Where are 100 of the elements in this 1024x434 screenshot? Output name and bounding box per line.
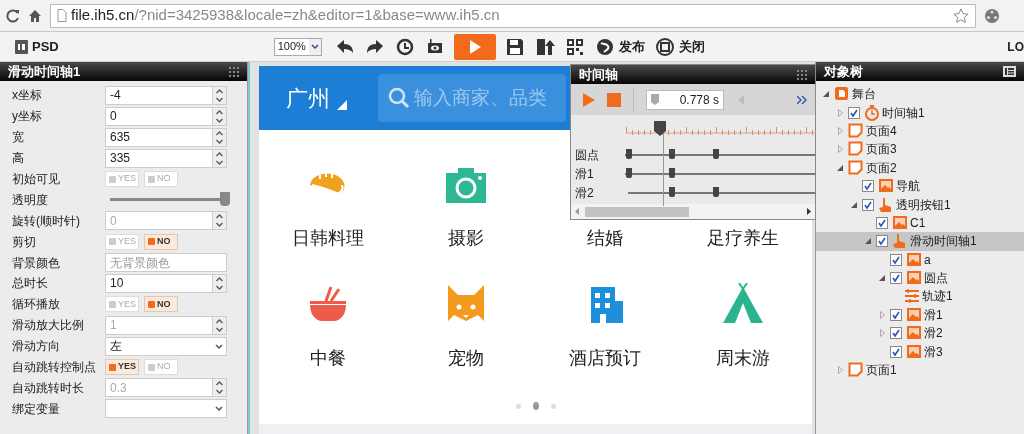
checkbox[interactable] — [862, 198, 874, 211]
number-field: 0.3 — [105, 378, 213, 398]
tree-item[interactable]: 页面1 — [816, 360, 1024, 380]
checkbox[interactable] — [862, 180, 874, 193]
hand-pointer-icon — [878, 196, 894, 213]
page-dot[interactable] — [532, 402, 539, 410]
number-field[interactable]: -4 — [105, 85, 213, 105]
timeline-ruler[interactable] — [626, 123, 816, 135]
reload-icon[interactable] — [6, 8, 20, 23]
checkbox[interactable] — [876, 235, 888, 248]
category-label[interactable]: 酒店预订 — [568, 345, 641, 372]
spinner-icon[interactable] — [213, 211, 227, 231]
collapse-arrow-icon[interactable] — [851, 201, 857, 208]
playhead-handle[interactable] — [654, 121, 667, 136]
spinner-icon[interactable] — [213, 85, 227, 105]
tree-item[interactable]: 透明按钮1 — [816, 195, 1024, 214]
tree-item[interactable]: 滑2 — [816, 324, 1024, 343]
number-field[interactable]: 10 — [105, 273, 213, 293]
tree-item[interactable]: 页面3 — [816, 140, 1024, 159]
collapse-arrow-icon[interactable] — [865, 238, 871, 245]
zoom-select[interactable]: 100% — [273, 37, 322, 56]
publish-button[interactable]: 发布 — [589, 33, 650, 60]
checkbox[interactable] — [890, 253, 902, 266]
collapse-arrow-icon[interactable] — [837, 164, 843, 171]
tree-item[interactable]: a — [816, 250, 1024, 269]
url-text: file.ih5.cn/?nid=3425938&locale=zh&editor=1&base=www.ih5.cn — [71, 5, 500, 26]
play-button[interactable] — [453, 33, 496, 60]
scrollbar-thumb[interactable] — [585, 206, 689, 217]
stage-icon — [834, 86, 850, 103]
psd-button[interactable]: PSD — [10, 33, 64, 60]
image-icon — [906, 251, 922, 268]
tree-item[interactable]: 轨迹1 — [816, 287, 1024, 306]
keyframe[interactable] — [713, 149, 719, 159]
collapse-arrow-icon[interactable] — [823, 91, 829, 98]
tree-item[interactable]: 滑动时间轴1 — [816, 232, 1024, 251]
number-field[interactable]: 335 — [105, 148, 213, 168]
checkbox[interactable] — [890, 308, 902, 321]
category-label[interactable]: 足疗养生 — [706, 225, 779, 252]
panel-layout-icon[interactable] — [1003, 66, 1016, 77]
category-label[interactable]: 摄影 — [448, 225, 485, 252]
category-label[interactable]: 周末游 — [715, 345, 770, 372]
category-label[interactable]: 日韩料理 — [292, 225, 365, 252]
film-reel-icon[interactable] — [984, 7, 1000, 24]
spinner-icon[interactable] — [213, 273, 227, 293]
panel-title: 对象树 — [824, 62, 863, 81]
checkbox[interactable] — [890, 345, 902, 358]
scroll-right-icon[interactable] — [807, 208, 811, 215]
grip-icon[interactable] — [797, 69, 807, 80]
selected-option-button[interactable]: NO — [144, 233, 178, 250]
caret-icon — [308, 38, 321, 55]
star-icon[interactable] — [953, 7, 969, 24]
spinner-icon[interactable] — [213, 315, 227, 335]
dropdown[interactable]: 左 — [105, 336, 227, 356]
checkbox[interactable] — [890, 272, 902, 285]
tree-item[interactable]: 圆点 — [816, 268, 1024, 288]
tree-item[interactable]: 页面2 — [816, 158, 1024, 177]
home-icon[interactable] — [28, 8, 42, 23]
tree-item[interactable]: C1 — [816, 213, 1024, 233]
page-dot[interactable] — [550, 403, 556, 409]
number-field[interactable]: 0 — [105, 106, 213, 126]
scroll-left-icon[interactable] — [575, 208, 579, 215]
image-icon — [906, 270, 922, 287]
tree-item[interactable]: 滑1 — [816, 305, 1024, 325]
image-icon — [892, 214, 908, 231]
spinner-icon[interactable] — [213, 378, 227, 398]
page-dot[interactable] — [515, 403, 521, 409]
spinner-icon[interactable] — [213, 148, 227, 168]
close-button[interactable]: 关闭 — [649, 33, 710, 60]
keyframe[interactable] — [713, 187, 719, 197]
page-icon — [57, 9, 67, 22]
number-field[interactable]: 635 — [105, 127, 213, 147]
selected-option-button[interactable]: NO — [144, 296, 178, 313]
field-label: 自动跳转时长 — [12, 379, 85, 397]
tree-item[interactable]: 页面4 — [816, 121, 1024, 141]
tree-item[interactable]: 时间轴1 — [816, 103, 1024, 122]
tree-item[interactable]: 滑3 — [816, 342, 1024, 361]
tree-item[interactable]: 导航 — [816, 176, 1024, 196]
checkbox[interactable] — [848, 106, 860, 119]
tree-item[interactable]: 舞台 — [816, 85, 1024, 104]
checkbox[interactable] — [890, 327, 902, 340]
category-label[interactable]: 中餐 — [310, 345, 347, 372]
upload-icon[interactable] — [534, 36, 555, 57]
double-arrow-icon[interactable] — [797, 95, 807, 104]
history-icon[interactable] — [394, 36, 415, 57]
grip-icon[interactable] — [229, 66, 239, 77]
slider-thumb[interactable] — [220, 192, 230, 207]
address-bar[interactable]: file.ih5.cn/?nid=3425938&locale=zh&editor=1&base=www.ih5.cn — [50, 3, 976, 28]
category-label[interactable]: 宠物 — [448, 345, 485, 372]
track-label: 圆点 — [574, 146, 600, 164]
spinner-icon[interactable] — [213, 127, 227, 147]
checkbox[interactable] — [876, 216, 888, 229]
save-icon[interactable] — [504, 36, 525, 57]
category-label[interactable]: 结婚 — [586, 225, 623, 252]
qr-code-icon[interactable] — [564, 36, 585, 57]
collapse-arrow-icon[interactable] — [879, 275, 885, 282]
spinner-icon[interactable] — [213, 106, 227, 126]
city-selector[interactable]: 广州 — [281, 85, 352, 111]
user-name[interactable]: LO — [1007, 37, 1024, 56]
selected-option-button[interactable]: YES — [105, 359, 139, 375]
time-field[interactable]: 0.778 s — [646, 89, 724, 110]
